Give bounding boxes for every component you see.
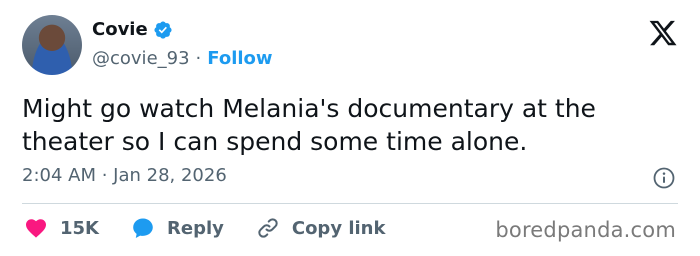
link-icon (258, 218, 278, 238)
copy-link-button[interactable]: Copy link (256, 216, 386, 240)
handle-row: @covie_93 · Follow (92, 48, 273, 69)
separator-dot: · (195, 48, 202, 69)
follow-button[interactable]: Follow (207, 48, 272, 69)
like-count: 15K (60, 217, 99, 239)
tweet-text: Might go watch Melania's documentary at … (22, 94, 596, 156)
display-name[interactable]: Covie (92, 19, 148, 40)
heart-icon (26, 219, 46, 238)
divider (22, 203, 678, 204)
avatar[interactable] (22, 15, 82, 75)
user-name-row: Covie (92, 19, 173, 40)
user-handle[interactable]: @covie_93 (92, 48, 190, 69)
verified-badge-icon (154, 20, 172, 39)
x-logo-icon[interactable] (648, 18, 678, 48)
copy-link-label: Copy link (291, 217, 386, 239)
reply-label: Reply (167, 217, 224, 239)
action-bar: 15K Reply Copy link (24, 216, 385, 240)
watermark: boredpanda.com (495, 218, 676, 242)
info-icon[interactable] (652, 166, 676, 190)
tweet-timestamp[interactable]: 2:04 AM · Jan 28, 2026 (22, 165, 227, 186)
reply-bubble-icon (133, 218, 153, 238)
reply-button[interactable]: Reply (131, 216, 224, 240)
like-button[interactable]: 15K (24, 216, 99, 240)
